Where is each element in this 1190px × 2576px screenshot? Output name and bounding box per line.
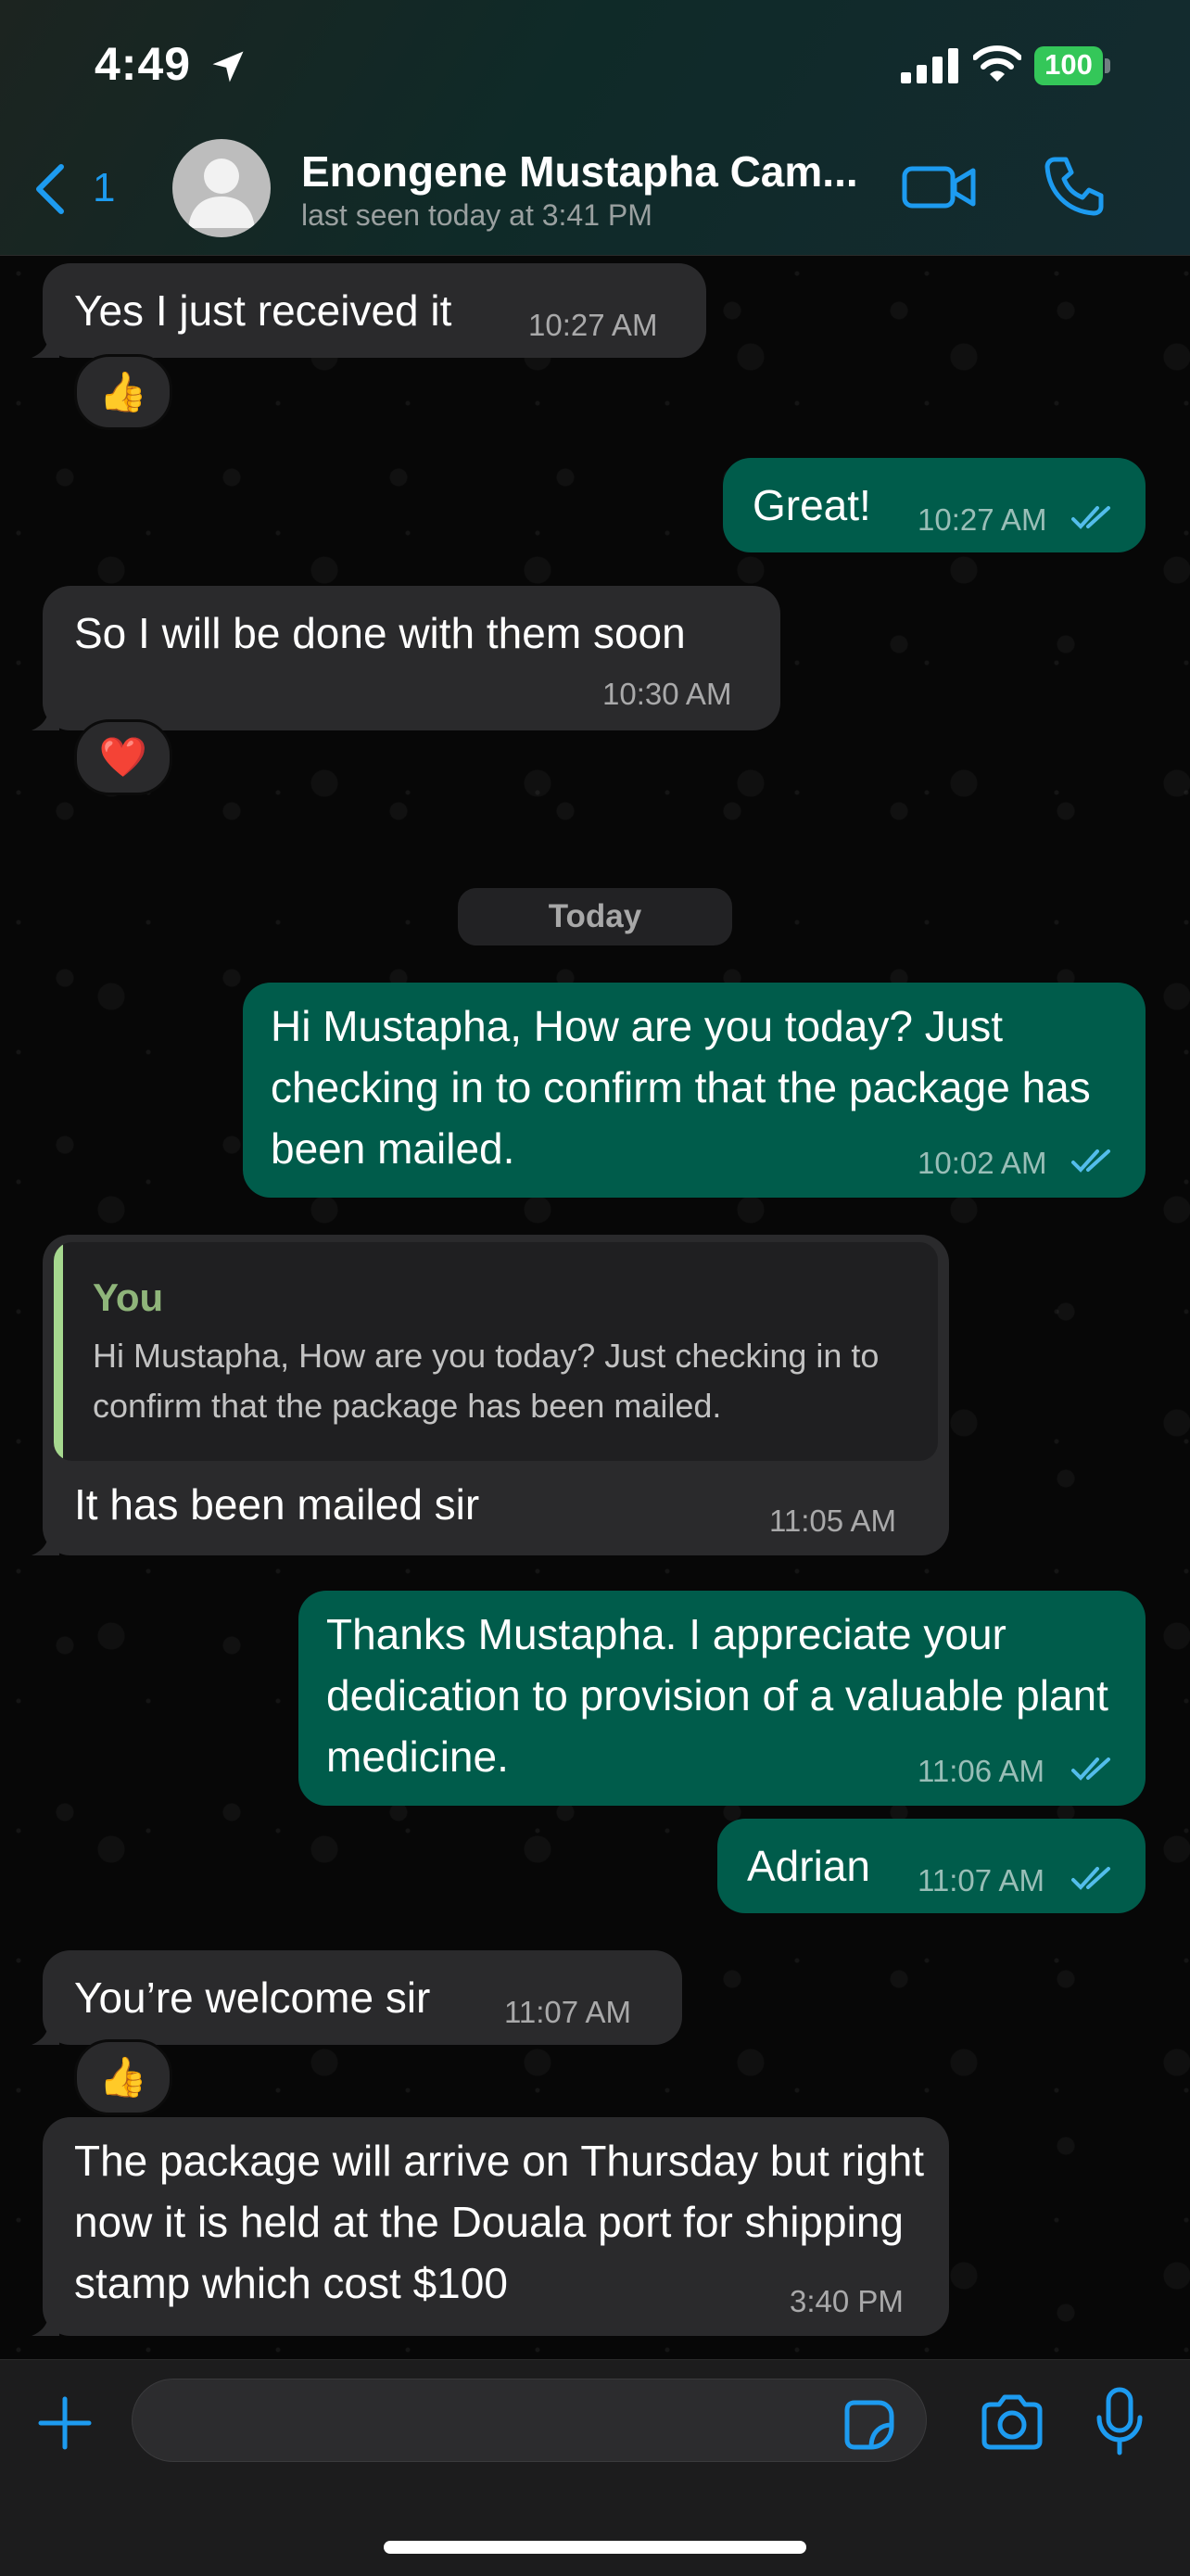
last-seen-status: last seen today at 3:41 PM <box>301 198 652 232</box>
message-text: So I will be done with them soon <box>74 609 686 657</box>
camera-icon[interactable] <box>979 2393 1045 2453</box>
status-bar: 4:49 100 <box>0 0 1190 139</box>
outgoing-message[interactable]: Hi Mustapha, How are you today? Just che… <box>243 983 1146 1198</box>
message-time: 10:27 AM <box>918 502 1047 537</box>
message-text: Yes I just received it <box>74 286 452 335</box>
message-time: 11:07 AM <box>504 1995 631 2029</box>
message-time: 11:05 AM <box>769 1504 896 1538</box>
battery-level: 100 <box>1044 48 1093 81</box>
phone-call-icon[interactable] <box>1042 154 1107 219</box>
message-time: 10:02 AM <box>918 1146 1047 1180</box>
video-call-icon[interactable] <box>901 158 979 217</box>
read-receipt-icon <box>1071 1758 1110 1781</box>
bubble-tail <box>32 1528 59 1555</box>
quote-author: You <box>93 1275 164 1319</box>
message-text: It has been mailed sir <box>74 1480 480 1529</box>
quote-text: Hi Mustapha, How are you today? Just che… <box>93 1337 880 1425</box>
quote-accent-bar <box>54 1242 63 1461</box>
microphone-icon[interactable] <box>1094 2386 1146 2456</box>
status-time: 4:49 <box>95 38 192 90</box>
incoming-message[interactable]: So I will be done with them soon 10:30 A… <box>43 586 780 730</box>
contact-avatar[interactable] <box>172 139 271 237</box>
incoming-message[interactable]: You’re welcome sir 11:07 AM <box>43 1950 682 2045</box>
message-input[interactable] <box>132 2379 927 2462</box>
home-indicator[interactable] <box>384 2541 806 2554</box>
sticker-icon[interactable] <box>842 2397 897 2453</box>
outgoing-message[interactable]: Thanks Mustapha. I appreciate your dedic… <box>298 1591 1146 1806</box>
message-time: 10:27 AM <box>528 308 658 342</box>
message-text: You’re welcome sir <box>74 1973 431 2022</box>
outgoing-message[interactable]: Great! 10:27 AM <box>723 458 1146 552</box>
signal-icon <box>901 48 958 83</box>
incoming-message[interactable]: The package will arrive on Thursday but … <box>43 2117 949 2336</box>
reaction-badge[interactable]: 👍 <box>74 2039 172 2115</box>
quoted-message[interactable]: You Hi Mustapha, How are you today? Just… <box>54 1242 938 1461</box>
plus-icon[interactable] <box>35 2393 95 2453</box>
message-time: 3:40 PM <box>790 2284 904 2318</box>
default-avatar-icon <box>188 159 255 228</box>
bubble-tail <box>32 703 59 730</box>
location-arrow-icon <box>212 51 244 82</box>
date-divider: Today <box>458 888 732 945</box>
back-button[interactable]: 1 <box>32 158 133 222</box>
contact-name[interactable]: Enongene Mustapha Cam... <box>301 146 885 197</box>
chat-header: 4:49 100 1 Enongene Mustapha Cam... last… <box>0 0 1190 256</box>
read-receipt-icon <box>1071 506 1110 529</box>
bubble-tail <box>32 2017 59 2045</box>
read-receipt-icon <box>1071 1149 1110 1173</box>
message-time: 11:07 AM <box>918 1863 1044 1897</box>
bubble-tail <box>32 2308 59 2336</box>
read-receipt-icon <box>1071 1867 1110 1890</box>
battery-icon: 100 <box>1034 46 1112 85</box>
reaction-badge[interactable]: 👍 <box>74 354 172 430</box>
unread-count: 1 <box>93 165 116 210</box>
message-text: Adrian <box>747 1842 870 1890</box>
back-chevron-icon <box>36 164 64 214</box>
message-text: Great! <box>753 481 871 529</box>
outgoing-message[interactable]: Adrian 11:07 AM <box>717 1819 1146 1913</box>
incoming-message[interactable]: Yes I just received it 10:27 AM <box>43 263 706 358</box>
bubble-tail <box>32 330 59 358</box>
message-time: 10:30 AM <box>602 677 732 711</box>
wifi-icon <box>973 45 1021 82</box>
message-time: 11:06 AM <box>918 1754 1044 1788</box>
reaction-badge[interactable]: ❤️ <box>74 719 172 795</box>
